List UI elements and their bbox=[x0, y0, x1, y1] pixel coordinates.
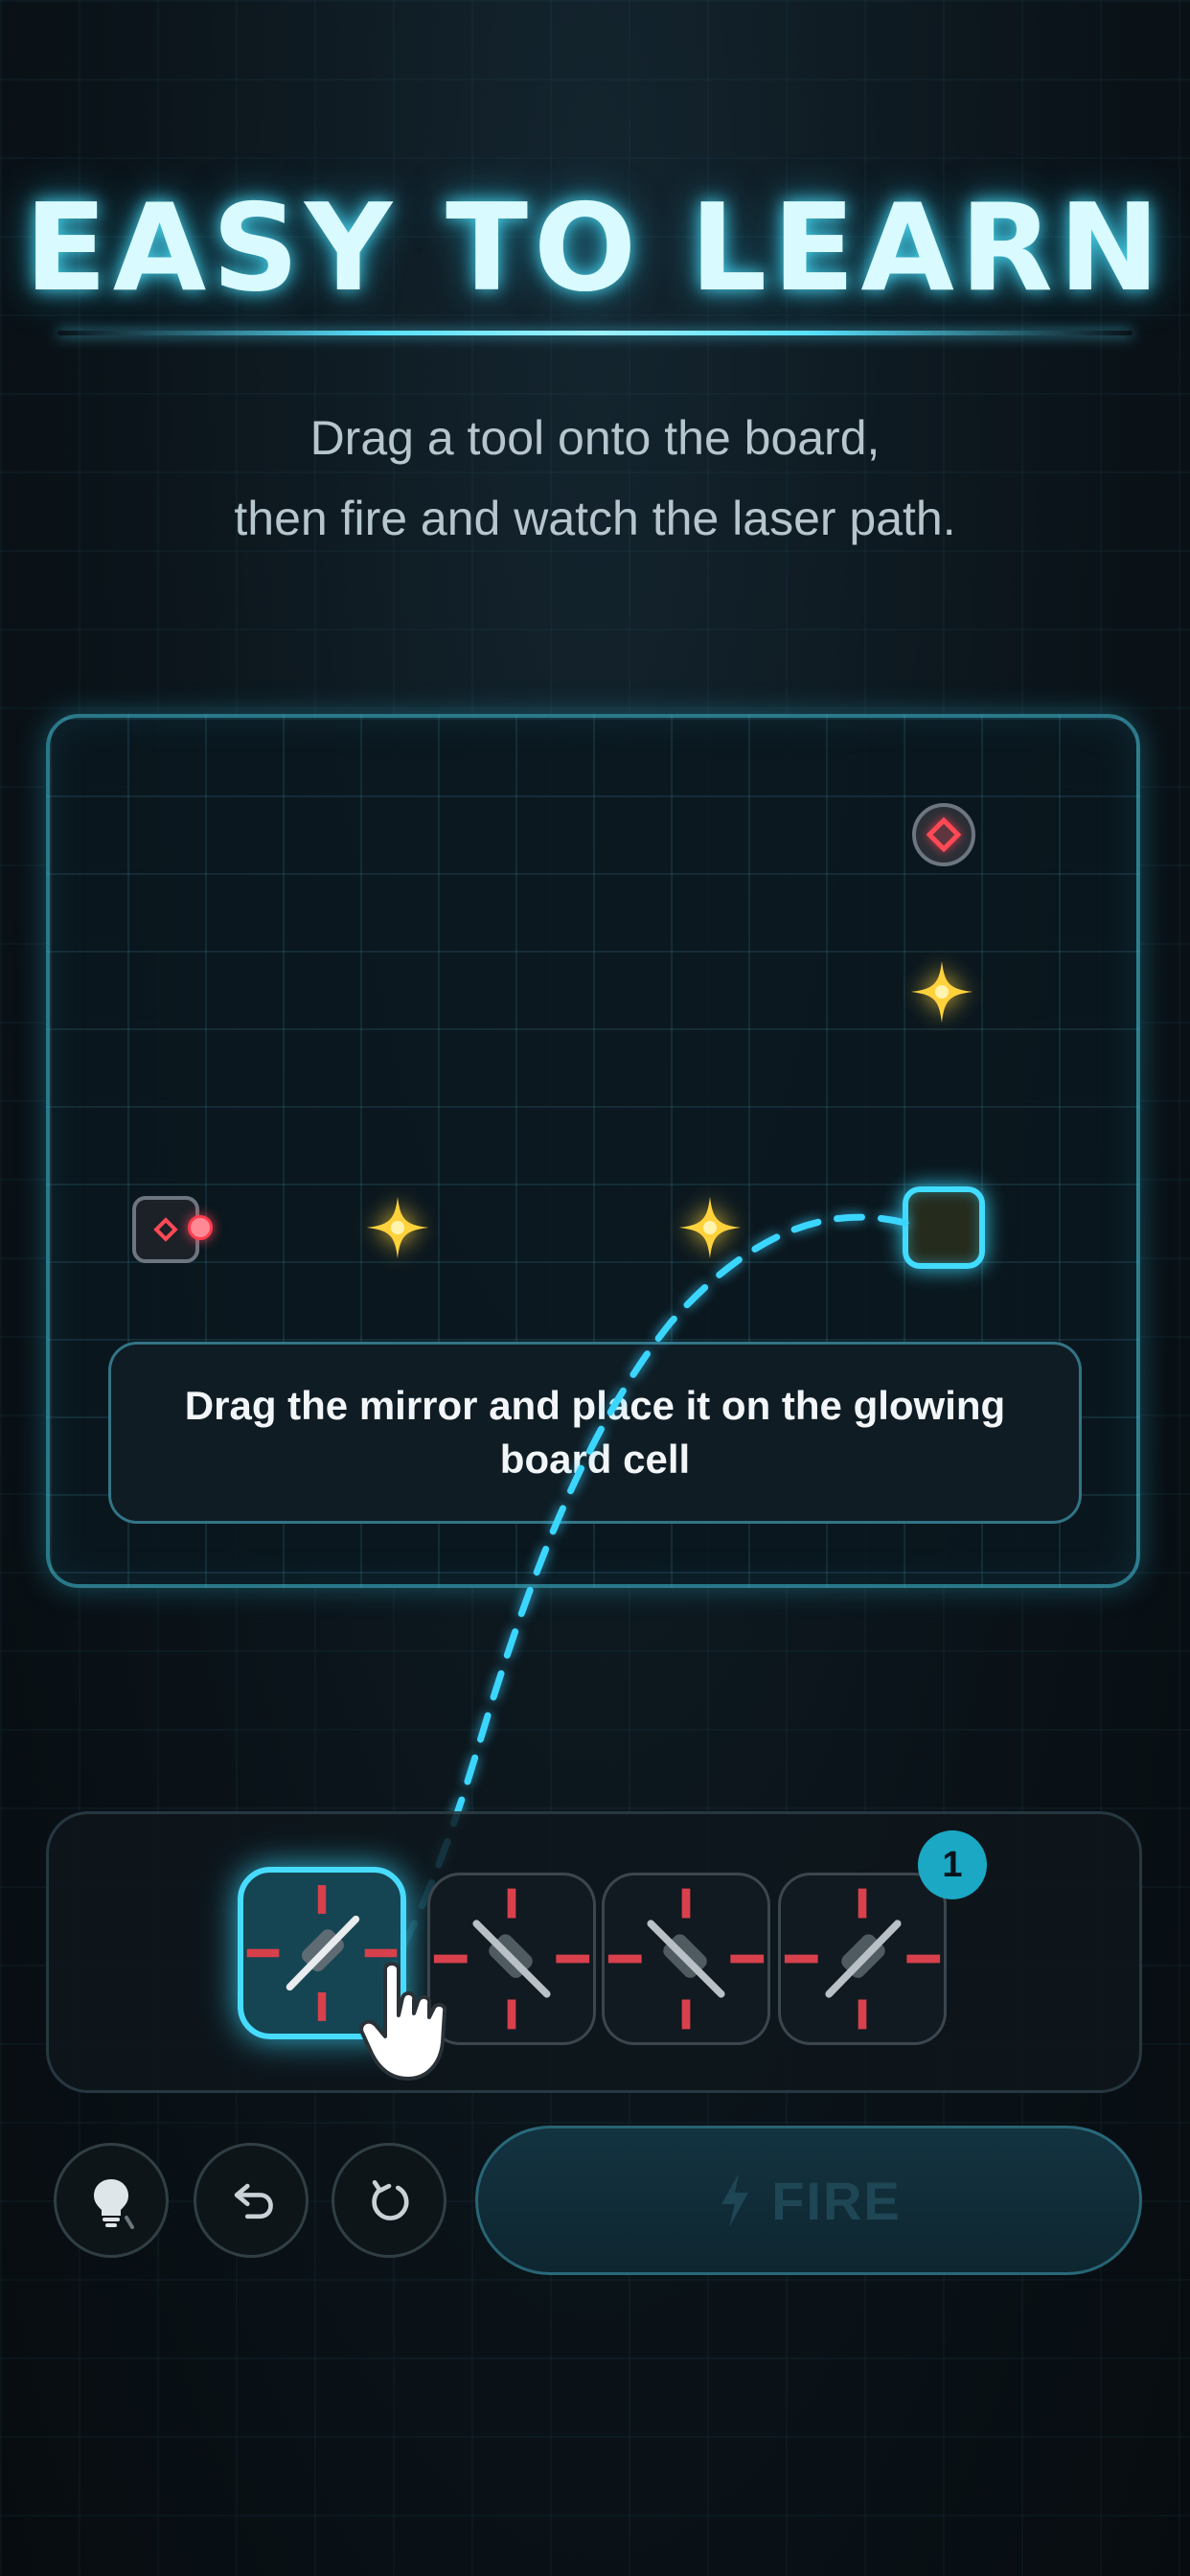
star-icon bbox=[910, 960, 973, 1024]
glowing-board-cell[interactable] bbox=[903, 1186, 985, 1269]
tool-count-badge: 1 bbox=[918, 1830, 987, 1899]
mirror-slash-icon bbox=[784, 1888, 941, 2030]
pointer-hand-icon bbox=[359, 1962, 447, 2081]
target-diamond-icon bbox=[926, 816, 962, 853]
hint-tooltip: Drag the mirror and place it on the glow… bbox=[108, 1342, 1082, 1524]
tool-mirror-backslash[interactable] bbox=[602, 1873, 770, 2045]
page-title: EASY TO LEARN bbox=[24, 177, 1166, 318]
title-underline bbox=[57, 331, 1133, 335]
undo-button[interactable] bbox=[194, 2143, 309, 2258]
fire-button[interactable]: FIRE bbox=[475, 2126, 1142, 2275]
hint-button[interactable] bbox=[54, 2143, 169, 2258]
fire-button-label: FIRE bbox=[771, 2170, 902, 2231]
subtitle-line-1: Drag a tool onto the board, bbox=[309, 411, 881, 465]
reset-icon bbox=[372, 2180, 409, 2220]
target bbox=[912, 803, 975, 866]
star-icon bbox=[678, 1196, 742, 1259]
lightning-icon bbox=[721, 2174, 749, 2227]
tool-mirror-slash[interactable] bbox=[778, 1873, 947, 2045]
star-icon bbox=[366, 1196, 429, 1259]
emitter-diamond-icon bbox=[153, 1217, 178, 1242]
reset-button[interactable] bbox=[332, 2143, 446, 2258]
subtitle-line-2: then fire and watch the laser path. bbox=[234, 492, 956, 545]
laser-emitter-light bbox=[188, 1215, 213, 1240]
mirror-backslash-icon bbox=[607, 1888, 765, 2030]
undo-icon bbox=[234, 2183, 273, 2220]
lightbulb-icon bbox=[94, 2179, 134, 2229]
